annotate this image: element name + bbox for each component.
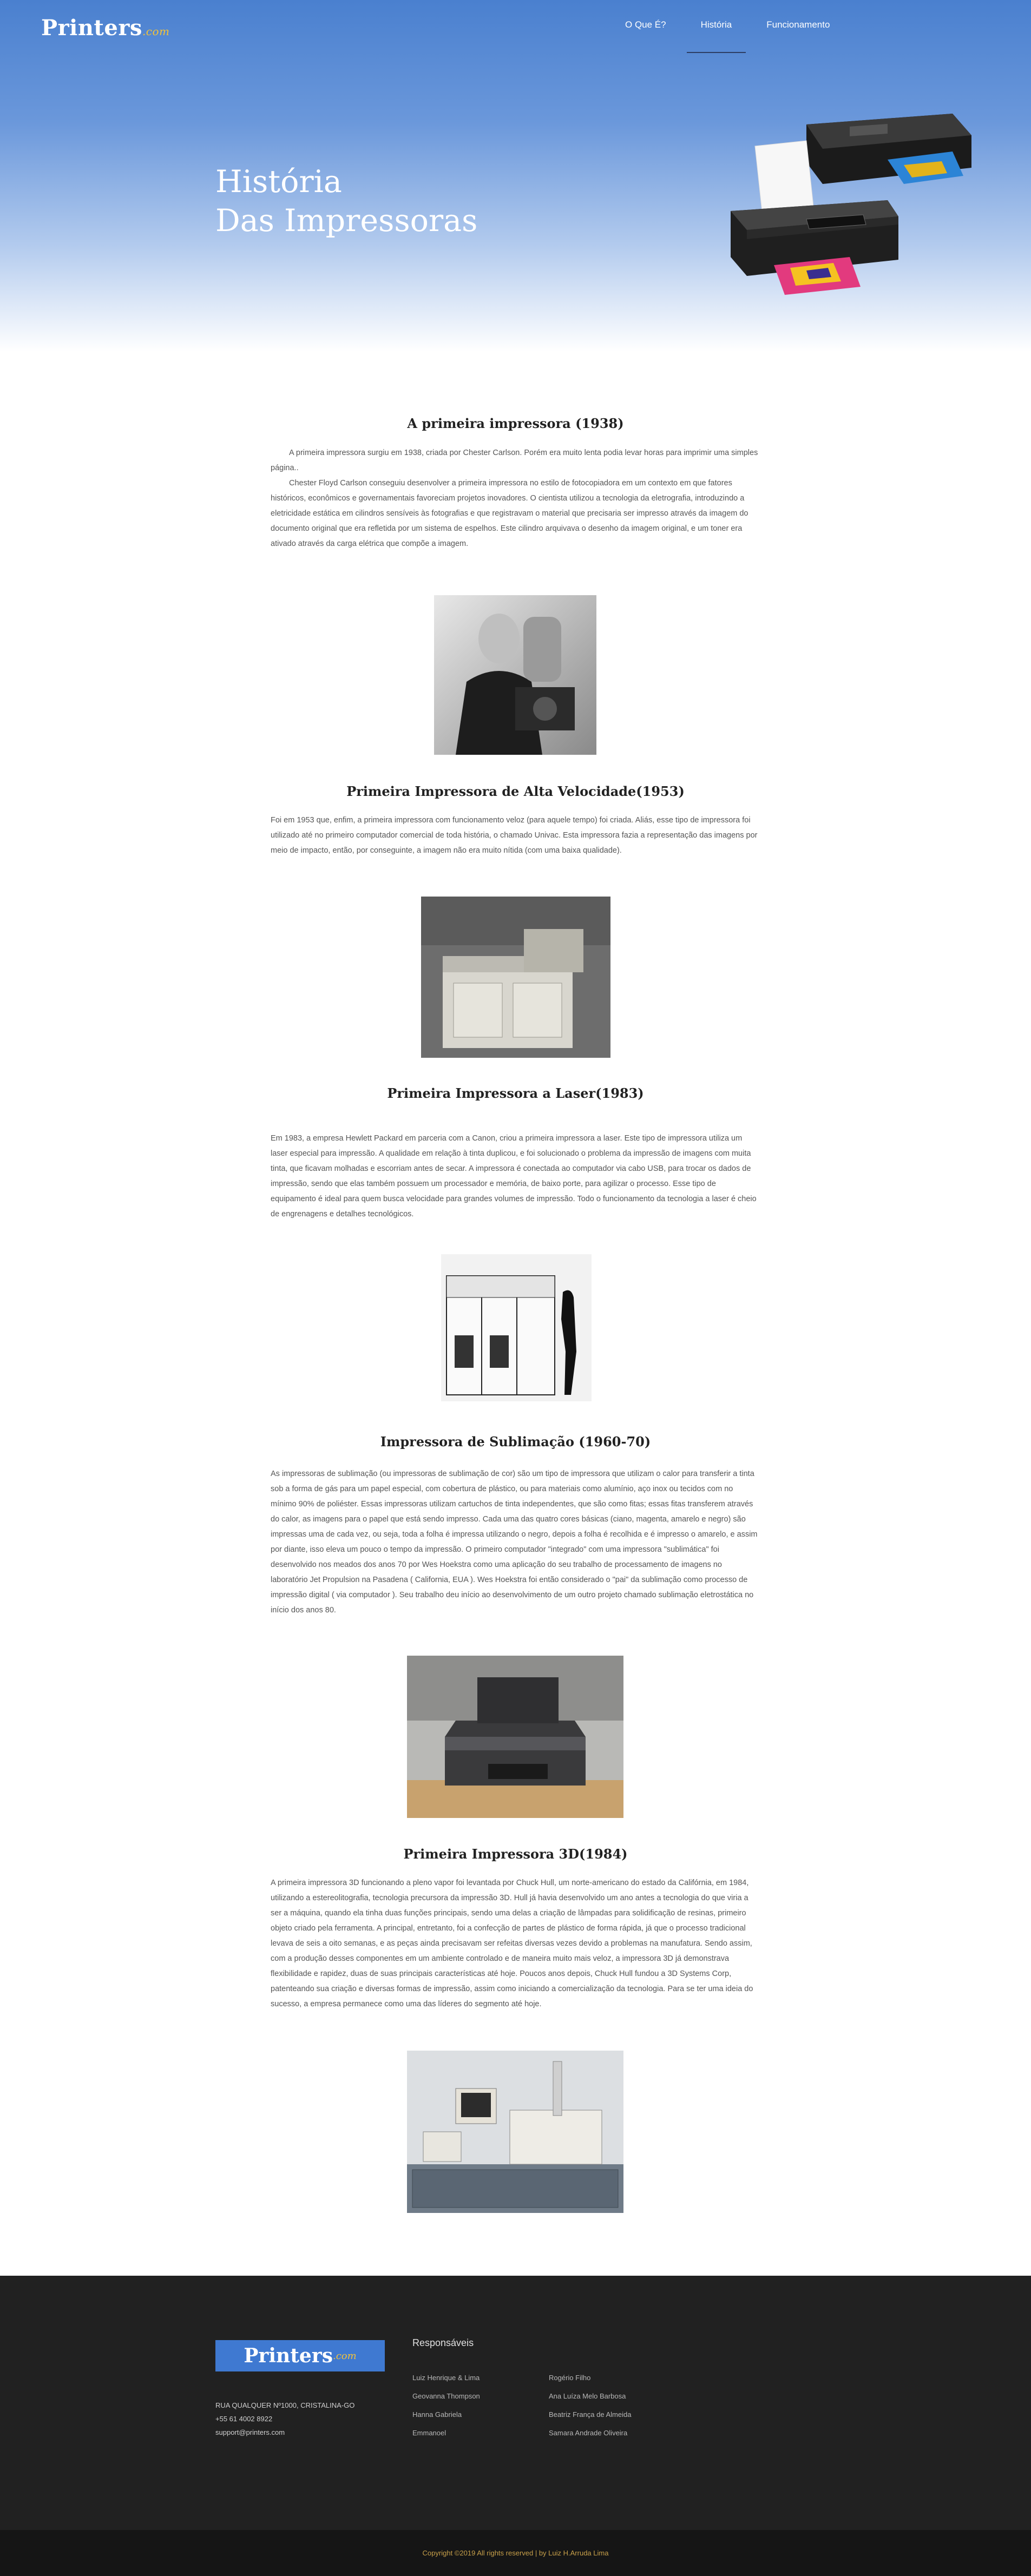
section-text: Em 1983, a empresa Hewlett Packard em pa… bbox=[271, 1131, 760, 1222]
section-title: A primeira impressora (1938) bbox=[407, 416, 624, 431]
copyright-text: Copyright ©2019 All rights reserved | by… bbox=[422, 2549, 609, 2557]
footer-logo-text: Printers bbox=[244, 2344, 333, 2367]
section-title: Primeira Impressora 3D(1984) bbox=[403, 1846, 628, 1862]
footer-logo[interactable]: Printers .com bbox=[215, 2340, 385, 2371]
footer-responsaveis-heading: Responsáveis bbox=[412, 2337, 474, 2348]
section-text: Foi em 1953 que, enfim, a primeira impre… bbox=[271, 813, 760, 858]
section-title: Primeira Impressora de Alta Velocidade(1… bbox=[346, 783, 685, 799]
footer-contact: RUA QUALQUER Nº1000, CRISTALINA-GO +55 6… bbox=[215, 2399, 354, 2439]
footer-name: Rogério Filho bbox=[549, 2374, 591, 2382]
section-text: As impressoras de sublimação (ou impress… bbox=[271, 1466, 760, 1618]
footer-bottom-bar: Copyright ©2019 All rights reserved | by… bbox=[0, 2530, 1031, 2576]
site-logo[interactable]: Printers.com bbox=[41, 15, 170, 41]
hero-title-line1: História bbox=[215, 164, 342, 200]
footer-address: RUA QUALQUER Nº1000, CRISTALINA-GO bbox=[215, 2401, 355, 2409]
main-nav: O Que É? História Funcionamento bbox=[625, 19, 830, 53]
logo-domain: .com bbox=[142, 25, 170, 38]
sublimation-printer-photo bbox=[407, 1656, 623, 1818]
paragraph: Em 1983, a empresa Hewlett Packard em pa… bbox=[271, 1134, 757, 1218]
section-text: A primeira impressora 3D funcionando a p… bbox=[271, 1875, 760, 2012]
laser-printer-photo bbox=[441, 1254, 592, 1401]
footer-name: Luiz Henrique & Lima bbox=[412, 2374, 480, 2382]
paragraph: A primeira impressora 3D funcionando a p… bbox=[271, 1879, 753, 2008]
logo-text: Printers bbox=[41, 15, 142, 41]
hero-title-line2: Das Impressoras bbox=[215, 203, 478, 239]
footer-names-list: Luiz Henrique & Lima Rogério Filho Geova… bbox=[412, 2374, 679, 2437]
footer-name: Emmanoel bbox=[412, 2429, 446, 2437]
paragraph: A primeira impressora surgiu em 1938, cr… bbox=[271, 449, 758, 472]
footer-name: Geovanna Thompson bbox=[412, 2392, 480, 2400]
page: Printers.com O Que É? História Funcionam… bbox=[0, 0, 1031, 2576]
3d-printer-photo bbox=[407, 2051, 623, 2213]
section-title: Impressora de Sublimação (1960-70) bbox=[380, 1434, 651, 1450]
footer-name: Hanna Gabriela bbox=[412, 2410, 462, 2419]
footer-name: Ana Luíza Melo Barbosa bbox=[549, 2392, 626, 2400]
footer-logo-domain: .com bbox=[332, 2350, 357, 2362]
section-text: A primeira impressora surgiu em 1938, cr… bbox=[271, 445, 760, 551]
footer-name: Samara Andrade Oliveira bbox=[549, 2429, 628, 2437]
footer-name: Beatriz França de Almeida bbox=[549, 2410, 632, 2419]
paragraph: As impressoras de sublimação (ou impress… bbox=[271, 1470, 758, 1615]
nav-item-o-que-e[interactable]: O Que É? bbox=[625, 19, 666, 36]
hero-printer-image bbox=[731, 114, 971, 295]
paragraph: Foi em 1953 que, enfim, a primeira impre… bbox=[271, 816, 758, 855]
paragraph: Chester Floyd Carlson conseguiu desenvol… bbox=[271, 479, 748, 548]
footer-phone: +55 61 4002 8922 bbox=[215, 2415, 273, 2423]
section-title: Primeira Impressora a Laser(1983) bbox=[387, 1085, 644, 1101]
hero-banner: Printers.com O Que É? História Funcionam… bbox=[0, 0, 1031, 352]
hero-title: História Das Impressoras bbox=[215, 162, 477, 240]
nav-item-historia[interactable]: História bbox=[686, 19, 746, 53]
univac-printer-photo bbox=[421, 897, 610, 1058]
chester-carlson-photo bbox=[434, 595, 596, 755]
footer-email[interactable]: support@printers.com bbox=[215, 2426, 354, 2439]
nav-item-funcionamento[interactable]: Funcionamento bbox=[766, 19, 830, 36]
